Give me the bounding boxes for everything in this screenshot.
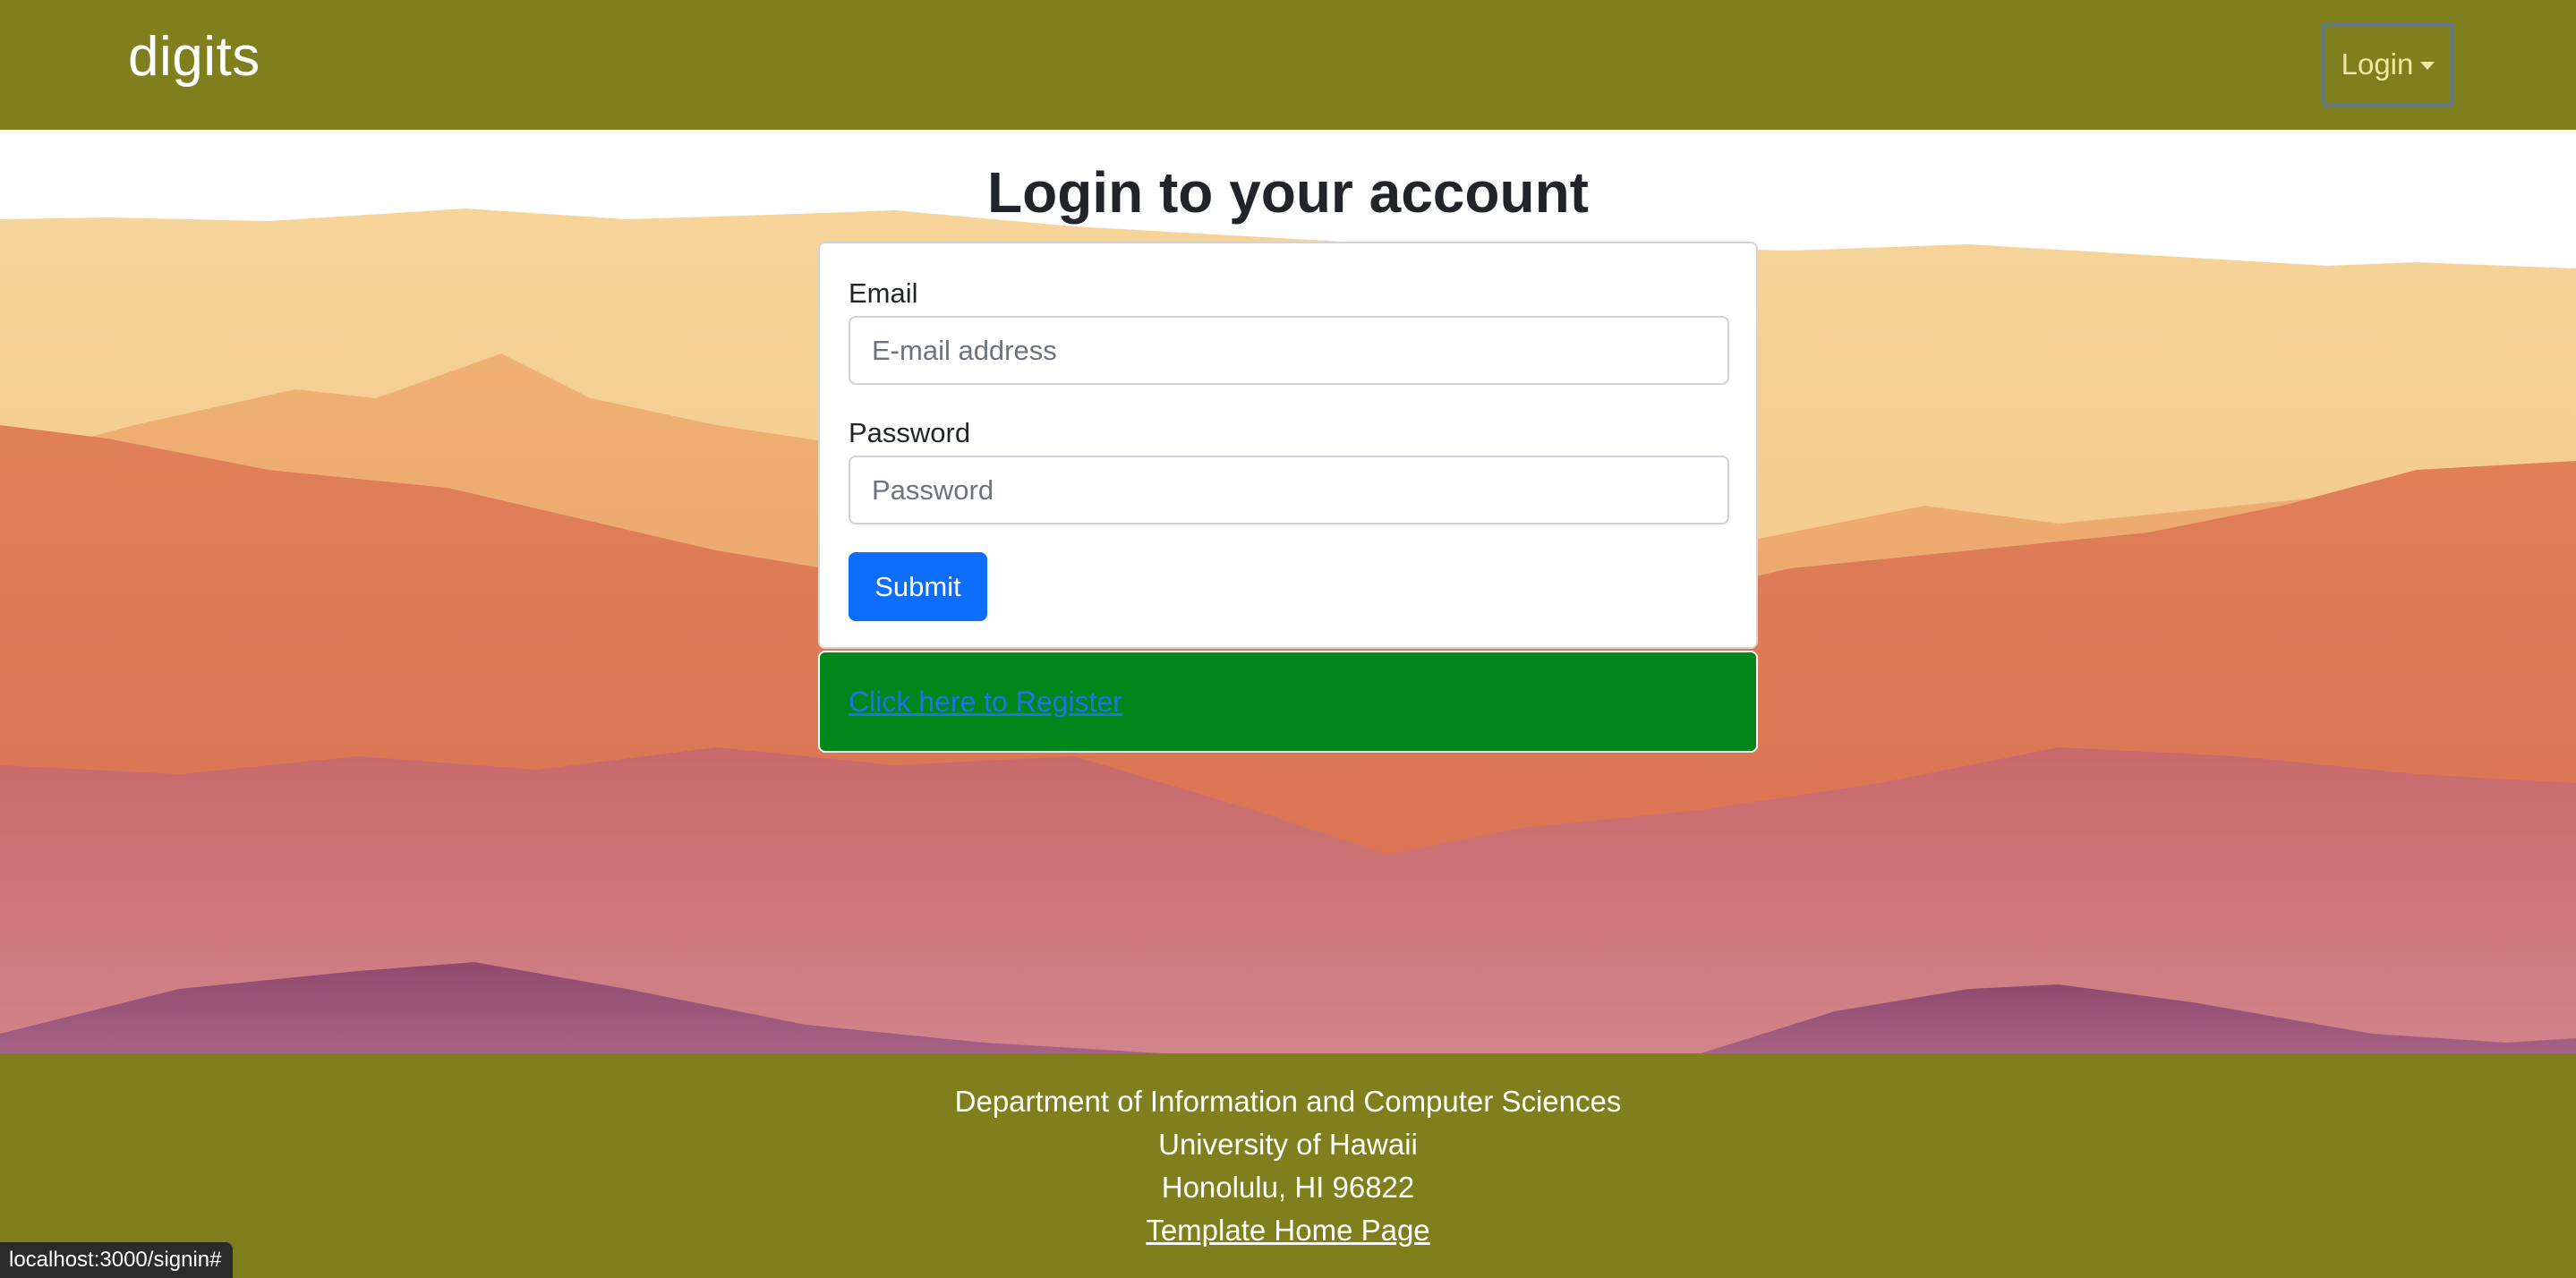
status-bar-url: localhost:3000/signin# [0, 1242, 233, 1278]
login-dropdown-button[interactable]: Login [2322, 22, 2454, 106]
footer-department: Department of Information and Computer S… [954, 1085, 1622, 1118]
login-form-card: Email E-mail address Password Password S… [818, 242, 1758, 649]
password-field[interactable]: Password [849, 456, 1729, 524]
brand-logo[interactable]: digits [128, 25, 260, 89]
footer-university: University of Hawaii [1158, 1128, 1418, 1161]
submit-button[interactable]: Submit [849, 552, 987, 621]
email-field[interactable]: E-mail address [849, 316, 1729, 385]
caret-down-icon [2420, 61, 2435, 70]
top-navbar: digits Login [0, 0, 2576, 130]
page: digits Login Login to your account Email… [0, 0, 2576, 1278]
login-dropdown-label: Login [2341, 47, 2414, 81]
password-label: Password [849, 417, 971, 448]
email-label: Email [849, 277, 918, 309]
footer: Department of Information and Computer S… [0, 1053, 2576, 1278]
footer-address: Honolulu, HI 96822 [1161, 1171, 1415, 1204]
register-link[interactable]: Click here to Register [849, 686, 1122, 719]
register-box: Click here to Register [818, 651, 1758, 753]
template-home-link[interactable]: Template Home Page [1146, 1214, 1429, 1247]
page-title: Login to your account [987, 160, 1589, 225]
